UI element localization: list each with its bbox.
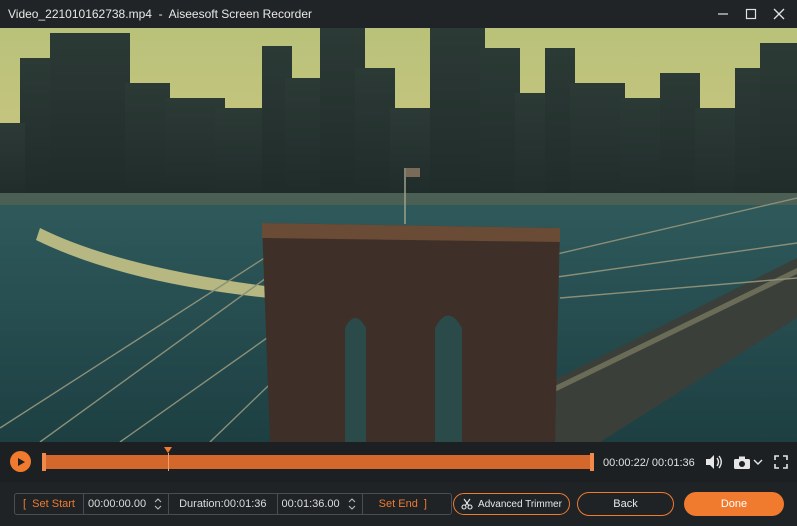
stepper-arrows-icon <box>154 498 162 510</box>
camera-icon <box>734 456 750 469</box>
close-button[interactable] <box>765 0 793 28</box>
trim-end-handle[interactable] <box>590 453 594 471</box>
start-time-stepper[interactable] <box>152 494 164 514</box>
title-bar: Video_221010162738.mp4 - Aiseesoft Scree… <box>0 0 797 28</box>
set-end-button[interactable]: Set End ] <box>361 494 435 514</box>
advanced-trimmer-label: Advanced Trimmer <box>478 498 562 510</box>
chevron-down-icon <box>753 459 763 465</box>
end-time-stepper[interactable] <box>346 494 358 514</box>
bottom-bar: [ Set Start 00:00:00.00 Duration:00:01:3… <box>0 482 797 526</box>
done-label: Done <box>720 498 748 510</box>
set-start-button[interactable]: [ Set Start <box>15 494 83 514</box>
trim-controls: [ Set Start 00:00:00.00 Duration:00:01:3… <box>14 493 452 515</box>
snapshot-dropdown[interactable] <box>752 452 764 472</box>
volume-button[interactable] <box>703 452 725 472</box>
video-preview[interactable] <box>0 28 797 442</box>
bracket-left-icon: [ <box>23 498 33 510</box>
duration-display: Duration:00:01:36 <box>168 494 276 514</box>
play-icon <box>17 457 25 466</box>
back-button[interactable]: Back <box>577 492 674 516</box>
minimize-icon <box>718 13 728 15</box>
volume-icon <box>706 455 722 469</box>
duration-value: Duration:00:01:36 <box>179 498 267 510</box>
minimize-button[interactable] <box>709 0 737 28</box>
start-time-value: 00:00:00.00 <box>87 498 147 510</box>
trim-start-handle[interactable] <box>42 453 46 471</box>
time-display: 00:00:22/ 00:01:36 <box>603 457 695 469</box>
playhead[interactable] <box>164 447 172 473</box>
video-frame-image <box>0 28 797 442</box>
window-controls <box>709 0 793 28</box>
window-title: Video_221010162738.mp4 - Aiseesoft Scree… <box>8 7 312 21</box>
set-end-label: Set End <box>378 498 418 510</box>
set-start-label: Set Start <box>32 498 75 510</box>
close-icon <box>773 8 785 20</box>
fullscreen-icon <box>774 455 788 469</box>
start-time-field[interactable]: 00:00:00.00 <box>82 494 168 514</box>
timeline[interactable] <box>42 447 594 471</box>
snapshot-button[interactable] <box>732 452 752 472</box>
player-bar: 00:00:22/ 00:01:36 <box>0 442 797 482</box>
advanced-trimmer-button[interactable]: Advanced Trimmer <box>453 493 570 515</box>
back-label: Back <box>613 498 638 510</box>
playhead-line <box>168 453 169 471</box>
scissors-icon <box>461 498 473 510</box>
end-time-value: 00:01:36.00 <box>281 498 340 510</box>
done-button[interactable]: Done <box>684 492 784 516</box>
play-button[interactable] <box>10 451 31 472</box>
stepper-arrows-icon <box>348 498 356 510</box>
fullscreen-button[interactable] <box>772 452 790 472</box>
end-time-field[interactable]: 00:01:36.00 <box>276 494 362 514</box>
bracket-right-icon: ] <box>417 498 427 510</box>
maximize-button[interactable] <box>737 0 765 28</box>
timeline-track[interactable] <box>42 455 594 469</box>
maximize-icon <box>745 8 757 20</box>
